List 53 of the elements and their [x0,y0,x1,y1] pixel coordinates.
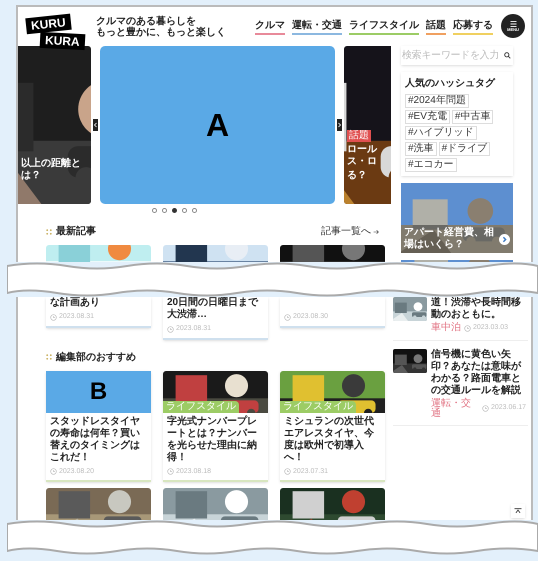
search-icon [504,52,511,59]
hashtag-chip[interactable]: #ハイブリッド [405,126,477,140]
category-label: 車中泊 [431,323,461,334]
chevron-right-icon [337,119,342,131]
nav-link[interactable]: 応募する [453,21,493,35]
section-heading: 最新記事 [56,224,96,239]
back-to-top-button[interactable] [511,504,525,518]
search-field[interactable]: 検索キーワードを入力 [401,46,513,65]
category-tag: 話題 [347,130,371,142]
nav-link[interactable]: クルマ [255,21,285,35]
article-title: 20日間の日曜日まで大渋滞… [167,297,260,321]
card-heading: 人気のハッシュタグ [405,76,496,91]
category-tag: ライフスタイル [163,400,239,412]
hashtag-chip[interactable]: #エコカー [405,158,457,172]
article-title: ミシュランの次世代エアレスタイヤ、今度は欧州で初導入へ！ [284,416,375,464]
menu-icon [508,20,518,26]
section-heading: 編集部のおすすめ [56,350,136,364]
up-arrow-icon [514,508,522,514]
hashtag-chip[interactable]: #洗車 [405,142,437,156]
hashtag-chip[interactable]: #ドライブ [438,142,490,156]
tagline: クルマのある暮らしを [96,16,196,27]
hashtag-chip[interactable]: #2024年問題 [405,94,469,108]
arrow-right-icon [373,228,379,234]
clock-icon [284,314,291,321]
placeholder-label: B [90,376,108,406]
clock-icon [167,468,174,476]
slide-caption: る？ [347,170,367,182]
hashtag-chip[interactable]: #中古車 [452,110,494,124]
tagline: もっと豊かに、もっと楽しく [96,27,226,38]
more-link[interactable]: 記事一覧へ [321,224,379,239]
article-title: 字光式ナンバープレートとは？ナンバーを光らせた理由に納得！ [167,416,258,464]
clock-icon [482,405,489,412]
slide-caption: ロールス・ロ [347,144,378,168]
clock-icon [284,468,291,476]
clock-icon [50,314,57,321]
nav-link[interactable]: 話題 [426,21,446,35]
category-tag: ライフスタイル [280,400,356,412]
dots-icon [46,228,52,234]
clock-icon [464,324,471,332]
hashtag-chip[interactable]: #EV充電 [405,110,450,124]
nav-link[interactable]: ライフスタイル [349,21,419,35]
ad-caption: アパート経営費、相場はいくら？ [404,227,495,251]
dots-icon [46,354,52,360]
slide-caption: 以上の距離とは？ [21,158,82,182]
article-title: スタッドレスタイヤの寿命は何年？買い替えのタイミングはこれだ！ [50,416,141,464]
nav-link[interactable]: 運転・交通 [292,21,342,35]
placeholder-label: A [206,106,230,145]
clock-icon [50,468,57,476]
arrow-circle-icon [499,234,510,244]
clock-icon [167,326,174,333]
category-label: 運転・交通 [431,398,472,418]
chevron-left-icon [93,119,98,131]
article-title: 信号機に黄色い矢印？あなたは意味がわかる？路面電車との交通ルールを解説 [431,348,522,396]
